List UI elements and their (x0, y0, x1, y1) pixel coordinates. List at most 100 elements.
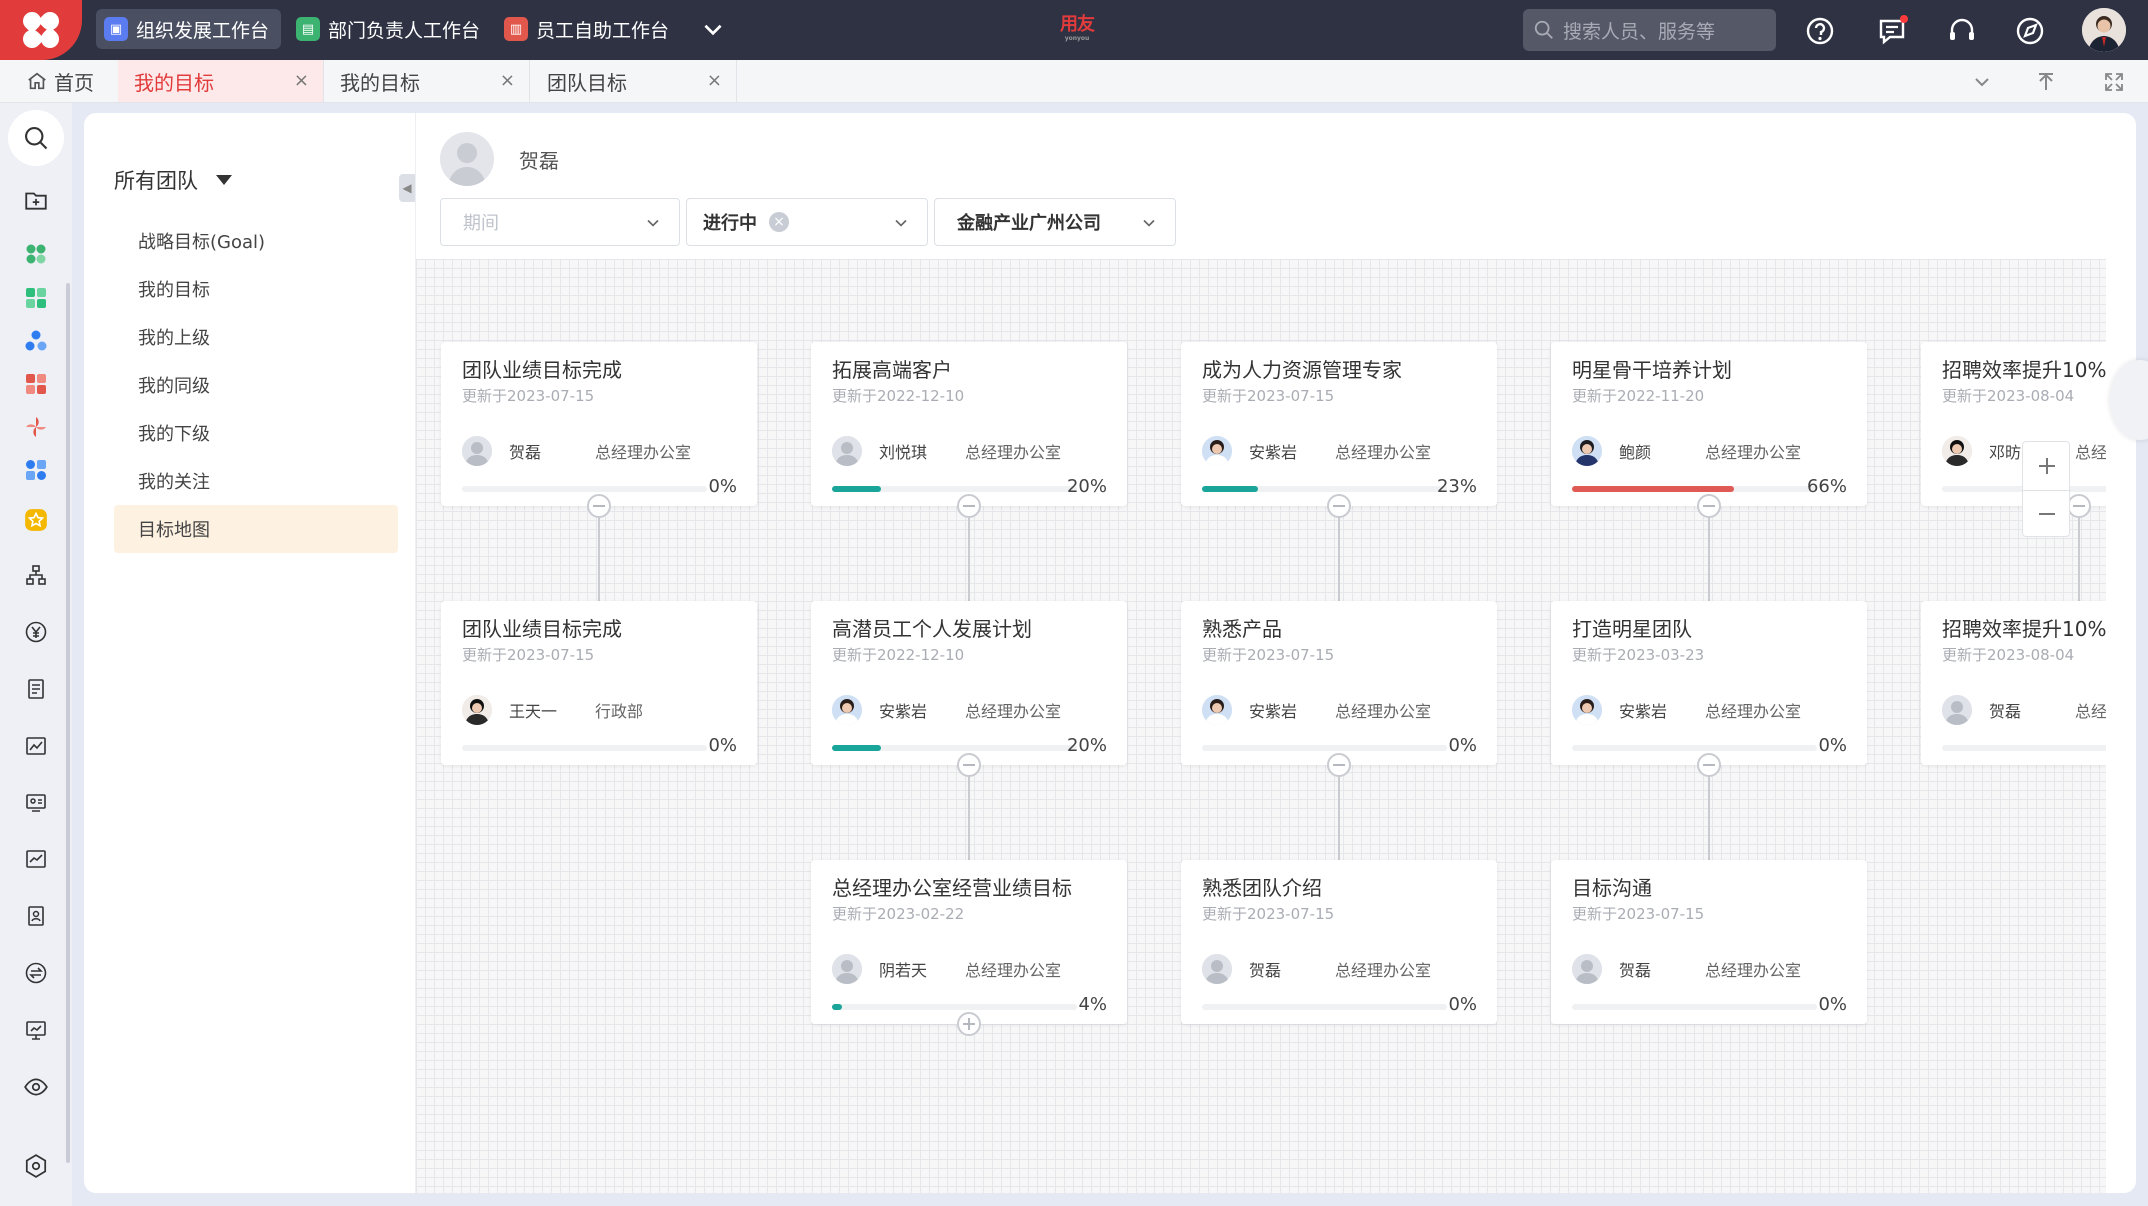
nav-item-goal-map[interactable]: 目标地图 (114, 505, 398, 553)
workspace-tab-label: 员工自助工作台 (536, 19, 670, 42)
goal-title: 目标沟通 (1572, 876, 1652, 900)
owner-name: 贺磊 (1249, 961, 1282, 980)
goal-card[interactable]: 高潜员工个人发展计划 更新于2022-12-10 安紫岩 总经理办公室 20% (811, 601, 1127, 765)
tree-connector (1338, 506, 1340, 601)
goal-owner: 贺磊 总经理办公室 (1942, 695, 2106, 725)
apps-mint-icon[interactable] (18, 280, 54, 316)
id-card-icon[interactable] (18, 784, 54, 820)
trend-icon[interactable] (18, 841, 54, 877)
apps-red-icon[interactable] (18, 366, 54, 402)
apps-blue-icon[interactable] (18, 323, 54, 359)
folder-icon[interactable] (18, 182, 54, 218)
collapse-node-icon[interactable] (1327, 753, 1351, 777)
goal-card[interactable]: 目标沟通 更新于2023-07-15 贺磊 总经理办公室 0% (1551, 860, 1867, 1024)
app-logo[interactable] (0, 0, 82, 60)
yen-icon[interactable] (18, 614, 54, 650)
chevron-down-icon (895, 219, 907, 227)
goal-card[interactable]: 拓展高端客户 更新于2022-12-10 刘悦琪 总经理办公室 20% (811, 342, 1127, 506)
collapse-node-icon[interactable] (1327, 494, 1351, 518)
goal-card[interactable]: 团队业绩目标完成 更新于2023-07-15 贺磊 总经理办公室 0% (441, 342, 757, 506)
user-avatar[interactable] (2082, 8, 2126, 52)
nav-item-my-follows[interactable]: 我的关注 (114, 457, 398, 505)
progress-fill (832, 1004, 842, 1010)
tab-team-goals[interactable]: 团队目标 × (531, 60, 737, 102)
help-icon[interactable] (1804, 15, 1836, 47)
apps-green-icon[interactable] (18, 236, 54, 272)
chevron-down-icon[interactable] (1970, 70, 1994, 94)
company-filter-value: 金融产业广州公司 (957, 213, 1101, 234)
clear-icon[interactable]: × (769, 212, 789, 232)
zoom-out-button[interactable] (2023, 490, 2071, 538)
goal-card[interactable]: 明星骨干培养计划 更新于2022-11-20 鲍颜 总经理办公室 66% (1551, 342, 1867, 506)
progress-percent: 0% (1818, 994, 1847, 1015)
tab-my-goals-active[interactable]: 我的目标 × (118, 60, 324, 102)
goal-card[interactable]: 熟悉团队介绍 更新于2023-07-15 贺磊 总经理办公室 0% (1181, 860, 1497, 1024)
org-chart-icon[interactable] (18, 557, 54, 593)
collapse-sidebar-button[interactable]: ◀ (399, 174, 415, 202)
close-icon[interactable]: × (707, 72, 722, 90)
presentation-icon[interactable] (18, 1012, 54, 1048)
goal-map-canvas[interactable]: 团队业绩目标完成 更新于2023-07-15 贺磊 总经理办公室 0% 拓展高端客户 更新于… (416, 259, 2106, 1193)
search-input[interactable]: 搜索人员、服务等 (1523, 9, 1776, 51)
upload-icon[interactable] (2034, 70, 2058, 94)
company-filter[interactable]: 金融产业广州公司 (934, 198, 1176, 246)
eye-icon[interactable] (18, 1069, 54, 1105)
progress-bar (832, 1004, 1077, 1010)
nav-item-my-superior[interactable]: 我的上级 (114, 313, 398, 361)
collapse-node-icon[interactable] (1697, 753, 1721, 777)
brand-sub-text: yonyou (1064, 35, 1090, 42)
status-filter[interactable]: 进行中 × (686, 198, 928, 246)
avatar (1572, 695, 1602, 725)
star-badge-icon[interactable] (18, 502, 54, 538)
close-icon[interactable]: × (500, 72, 515, 90)
avatar (1942, 695, 1972, 725)
collapse-node-icon[interactable] (957, 753, 981, 777)
workspace-tab-self-service[interactable]: ▥ 员工自助工作台 (496, 9, 681, 49)
status-filter-value: 进行中 (703, 213, 757, 234)
nav-item-my-peers[interactable]: 我的同级 (114, 361, 398, 409)
exchange-icon[interactable] (18, 955, 54, 991)
message-icon[interactable] (1876, 15, 1908, 47)
apps-cyan-icon[interactable] (18, 452, 54, 488)
chevron-down-icon[interactable] (700, 16, 726, 42)
document-icon[interactable] (18, 671, 54, 707)
fullscreen-icon[interactable] (2102, 70, 2126, 94)
contacts-icon[interactable] (18, 898, 54, 934)
tab-home[interactable]: 首页 (26, 60, 94, 102)
close-icon[interactable]: × (294, 72, 309, 90)
settings-icon[interactable] (18, 1148, 54, 1184)
collapse-node-icon[interactable] (587, 494, 611, 518)
collapse-node-icon[interactable] (1697, 494, 1721, 518)
collapse-node-icon[interactable] (957, 494, 981, 518)
period-filter[interactable]: 期间 (440, 198, 680, 246)
team-selector[interactable]: 所有团队 (114, 165, 232, 195)
avatar (1572, 436, 1602, 466)
goal-card[interactable]: 总经理办公室经营业绩目标 更新于2023-02-22 阴若天 总经理办公室 4% (811, 860, 1127, 1024)
pinwheel-icon[interactable] (18, 409, 54, 445)
workspace-tab-org-dev[interactable]: ▣ 组织发展工作台 (96, 9, 282, 49)
zoom-in-button[interactable] (2023, 442, 2071, 491)
headset-icon[interactable] (1946, 15, 1978, 47)
goal-card[interactable]: 招聘效率提升10%更新于2023-08-04贺磊总经理办公室0% (1921, 601, 2106, 765)
rail-search-button[interactable] (8, 110, 64, 166)
expand-node-icon[interactable] (957, 1012, 981, 1036)
progress-percent: 0% (1448, 994, 1477, 1015)
goal-card[interactable]: 团队业绩目标完成 更新于2023-07-15 王天一 行政部 0% (441, 601, 757, 765)
rail-scrollbar[interactable] (66, 283, 70, 1163)
goal-card[interactable]: 招聘效率提升10%更新于2023-08-04邓昉总经理办公室0% (1921, 342, 2106, 506)
goal-card[interactable]: 成为人力资源管理专家 更新于2023-07-15 安紫岩 总经理办公室 23% (1181, 342, 1497, 506)
chart-icon[interactable] (18, 728, 54, 764)
flower-logo-icon (19, 8, 63, 52)
nav-item-strategic-goals[interactable]: 战略目标(Goal) (114, 217, 398, 265)
goal-card[interactable]: 打造明星团队 更新于2023-03-23 安紫岩 总经理办公室 0% (1551, 601, 1867, 765)
owner-department: 总经理办公室 (1705, 961, 1802, 980)
compass-icon[interactable] (2014, 15, 2046, 47)
nav-item-my-subordinates[interactable]: 我的下级 (114, 409, 398, 457)
goal-card[interactable]: 熟悉产品 更新于2023-07-15 安紫岩 总经理办公室 0% (1181, 601, 1497, 765)
clipboard-icon: ▣ (104, 17, 128, 41)
tab-my-goals[interactable]: 我的目标 × (324, 60, 530, 102)
minus-icon (2039, 513, 2055, 515)
goal-owner: 安紫岩 总经理办公室 (1202, 695, 1482, 725)
workspace-tab-dept-head[interactable]: ▤ 部门负责人工作台 (288, 9, 492, 49)
nav-item-my-goals[interactable]: 我的目标 (114, 265, 398, 313)
